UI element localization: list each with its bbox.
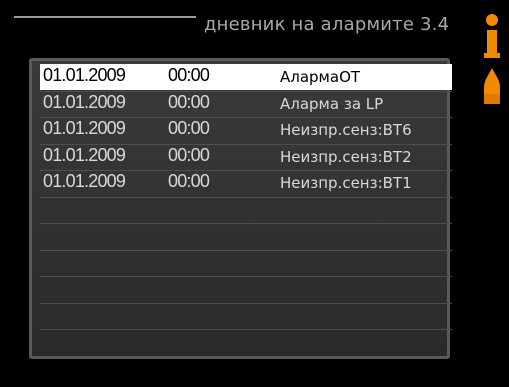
- row-divider: [40, 249, 452, 251]
- display-screen: дневник на алармите 3.4 01.01.2009 00:00 А…: [0, 0, 509, 387]
- info-icon[interactable]: [484, 14, 500, 58]
- alarm-name: Неизпр.сенз:BT2: [280, 147, 412, 166]
- row-divider: [40, 329, 452, 330]
- alarm-log-panel: 01.01.2009 00:00 АлармаОТ 01.01.2009 00:00 Ал…: [29, 58, 452, 359]
- alarm-time: 00:00: [168, 144, 210, 165]
- page-title: дневник на алармите 3.4: [204, 14, 450, 35]
- alarm-time: 00:00: [168, 65, 210, 85]
- header-line: [14, 16, 196, 18]
- alarm-log-row[interactable]: 01.01.2009 00:00 Неизпр.сенз:BT2: [40, 144, 452, 170]
- row-divider: [40, 223, 452, 224]
- alarm-time: 00:00: [168, 118, 210, 138]
- alarm-log-row[interactable]: 01.01.2009 00:00 Неизпр.сенз:BT6: [40, 117, 452, 143]
- alarm-log-row[interactable]: 01.01.2009 00:00 АлармаОТ: [40, 64, 452, 90]
- flame-icon[interactable]: [484, 68, 500, 104]
- alarm-date: 01.01.2009: [43, 118, 126, 138]
- alarm-date: 01.01.2009: [43, 171, 126, 191]
- alarm-log-row[interactable]: 01.01.2009 00:00 Аларма за LP: [40, 91, 452, 117]
- alarm-name: АлармаОТ: [280, 68, 361, 86]
- alarm-name: Неизпр.сенз:BT1: [280, 174, 412, 192]
- alarm-date: 01.01.2009: [43, 91, 126, 112]
- row-divider: [40, 196, 452, 198]
- side-icons: [478, 10, 506, 120]
- alarm-time: 00:00: [168, 91, 210, 112]
- alarm-time: 00:00: [168, 171, 210, 191]
- alarm-date: 01.01.2009: [43, 65, 126, 85]
- alarm-date: 01.01.2009: [43, 144, 126, 165]
- row-divider: [40, 302, 452, 304]
- row-divider: [40, 276, 452, 277]
- alarm-name: Аларма за LP: [280, 94, 384, 113]
- alarm-log-row[interactable]: 01.01.2009 00:00 Неизпр.сенз:BT1: [40, 170, 452, 196]
- alarm-name: Неизпр.сенз:BT6: [280, 121, 412, 139]
